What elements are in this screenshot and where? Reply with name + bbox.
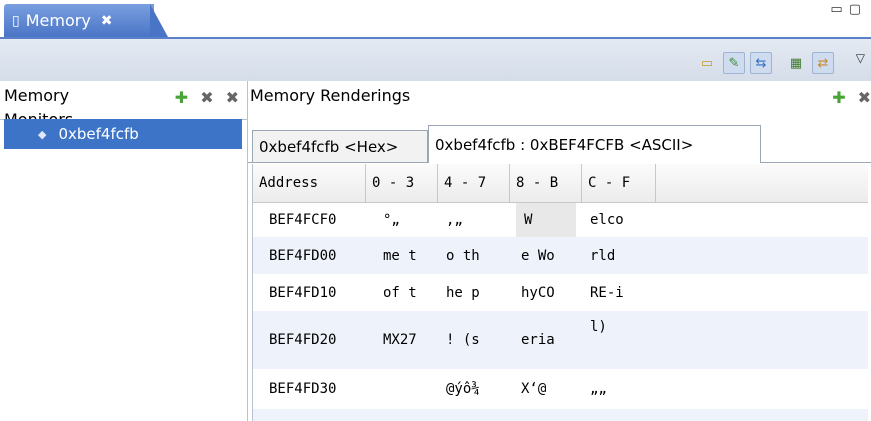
view-tab-edge <box>150 4 168 37</box>
table-row[interactable]: BEF4FD10 of t he p hyCO RE-i <box>253 274 868 311</box>
view-menu-icon[interactable]: ▽ <box>856 51 865 65</box>
memory-monitors-pane: Memory Monitors ✚ ✖ ✖ ◆ 0xbef4fcfb <box>0 81 248 421</box>
monitor-item[interactable]: ◆ 0xbef4fcfb <box>4 119 242 149</box>
memory-renderings-pane: Memory Renderings ✚ ✖ 0xbef4fcfb <Hex> 0… <box>248 81 871 421</box>
column-header-0-3[interactable]: 0 - 3 <box>366 164 438 202</box>
close-icon[interactable]: ✖ <box>101 13 113 29</box>
maximize-icon[interactable]: ▢ <box>849 2 867 17</box>
link-renderings-icon[interactable]: ⇆ <box>750 52 772 74</box>
minimize-icon[interactable]: ▭ <box>830 2 848 17</box>
memory-view-tab-label: Memory <box>25 11 91 30</box>
add-rendering-icon[interactable]: ✚ <box>832 88 845 107</box>
remove-monitor-icon[interactable]: ✖ <box>200 88 213 107</box>
renderings-header: Memory Renderings ✚ ✖ <box>248 81 871 119</box>
row-cell[interactable]: MX27 <box>383 311 417 369</box>
table-header: Address 0 - 3 4 - 7 8 - B C - F <box>253 164 868 203</box>
row-cell[interactable]: l) <box>590 311 607 369</box>
row-cell[interactable]: of t <box>383 274 417 311</box>
row-cell[interactable]: rld <box>590 237 615 274</box>
row-cell[interactable]: @ýô¾ <box>446 369 480 409</box>
tab-hex-rendering[interactable]: 0xbef4fcfb <Hex> <box>252 130 428 162</box>
column-header-c-f[interactable]: C - F <box>582 164 656 202</box>
memory-view-icon: ▯ <box>12 12 20 29</box>
table-row-partial <box>253 409 868 421</box>
remove-all-monitors-icon[interactable]: ✖ <box>226 88 239 107</box>
table-layout-icon[interactable]: ▦ <box>785 52 807 74</box>
swap-icon[interactable]: ⇄ <box>812 52 834 74</box>
table-row[interactable]: BEF4FD20 MX27 ! (s eria l) <box>253 311 868 369</box>
row-cell[interactable]: hyCO <box>521 274 555 311</box>
row-cell[interactable]: eria <box>521 311 555 369</box>
row-cell[interactable]: ! (s <box>446 311 480 369</box>
table-row[interactable]: BEF4FCF0 °„ ‚„ W elco <box>253 203 868 237</box>
toggle-split-icon[interactable]: ✎ <box>723 52 745 74</box>
window-controls: ▭▢ <box>830 2 867 17</box>
row-address: BEF4FD00 <box>269 247 337 264</box>
row-cell[interactable]: e Wo <box>521 237 555 274</box>
row-cell[interactable]: o th <box>446 237 480 274</box>
row-address: BEF4FD30 <box>269 381 337 397</box>
column-header-4-7[interactable]: 4 - 7 <box>438 164 510 202</box>
row-cell[interactable]: „„ <box>590 369 607 409</box>
memory-view-tab[interactable]: ▯ Memory ✖ <box>4 4 154 37</box>
row-address: BEF4FD20 <box>269 332 337 348</box>
row-cell[interactable]: °„ <box>383 203 400 237</box>
new-rendering-icon[interactable]: ▭ <box>696 52 718 74</box>
monitors-header: Memory Monitors ✚ ✖ ✖ <box>0 81 247 120</box>
row-cell[interactable]: X‘@ <box>521 369 546 409</box>
memory-table: Address 0 - 3 4 - 7 8 - B C - F BEF4FCF0… <box>252 164 868 421</box>
monitor-item-icon: ◆ <box>38 127 47 141</box>
row-cell[interactable]: me t <box>383 237 417 274</box>
monitors-title: Memory <box>4 86 70 105</box>
row-cell[interactable]: RE-i <box>590 274 624 311</box>
column-header-8-b[interactable]: 8 - B <box>510 164 582 202</box>
tab-ascii-rendering[interactable]: 0xbef4fcfb : 0xBEF4FCFB <ASCII> <box>428 125 761 163</box>
row-cell[interactable]: elco <box>590 203 624 237</box>
view-tab-bar: ▯ Memory ✖ ▭▢ <box>0 0 871 39</box>
row-address: BEF4FCF0 <box>269 212 337 228</box>
tab-ascii-label: 0xbef4fcfb : 0xBEF4FCFB <ASCII> <box>435 135 694 154</box>
table-row[interactable]: BEF4FD30 @ýô¾ X‘@ „„ <box>253 369 868 409</box>
add-monitor-icon[interactable]: ✚ <box>175 88 188 107</box>
selected-cell[interactable]: W <box>516 203 576 237</box>
renderings-title: Memory Renderings <box>250 86 411 105</box>
table-row[interactable]: BEF4FD00 me t o th e Wo rld <box>253 237 868 274</box>
remove-rendering-icon[interactable]: ✖ <box>858 88 871 107</box>
tab-hex-label: 0xbef4fcfb <Hex> <box>259 137 399 156</box>
row-cell[interactable]: ‚„ <box>446 203 463 237</box>
row-cell[interactable]: he p <box>446 274 480 311</box>
row-address: BEF4FD10 <box>269 284 337 301</box>
monitor-item-label: 0xbef4fcfb <box>58 125 139 143</box>
rendering-tabs: 0xbef4fcfb <Hex> 0xbef4fcfb : 0xBEF4FCFB… <box>248 122 871 163</box>
column-header-address[interactable]: Address <box>253 164 366 202</box>
view-toolbar: ▭ ✎ ⇆ ▦ ⇄ ▽ <box>0 39 871 81</box>
